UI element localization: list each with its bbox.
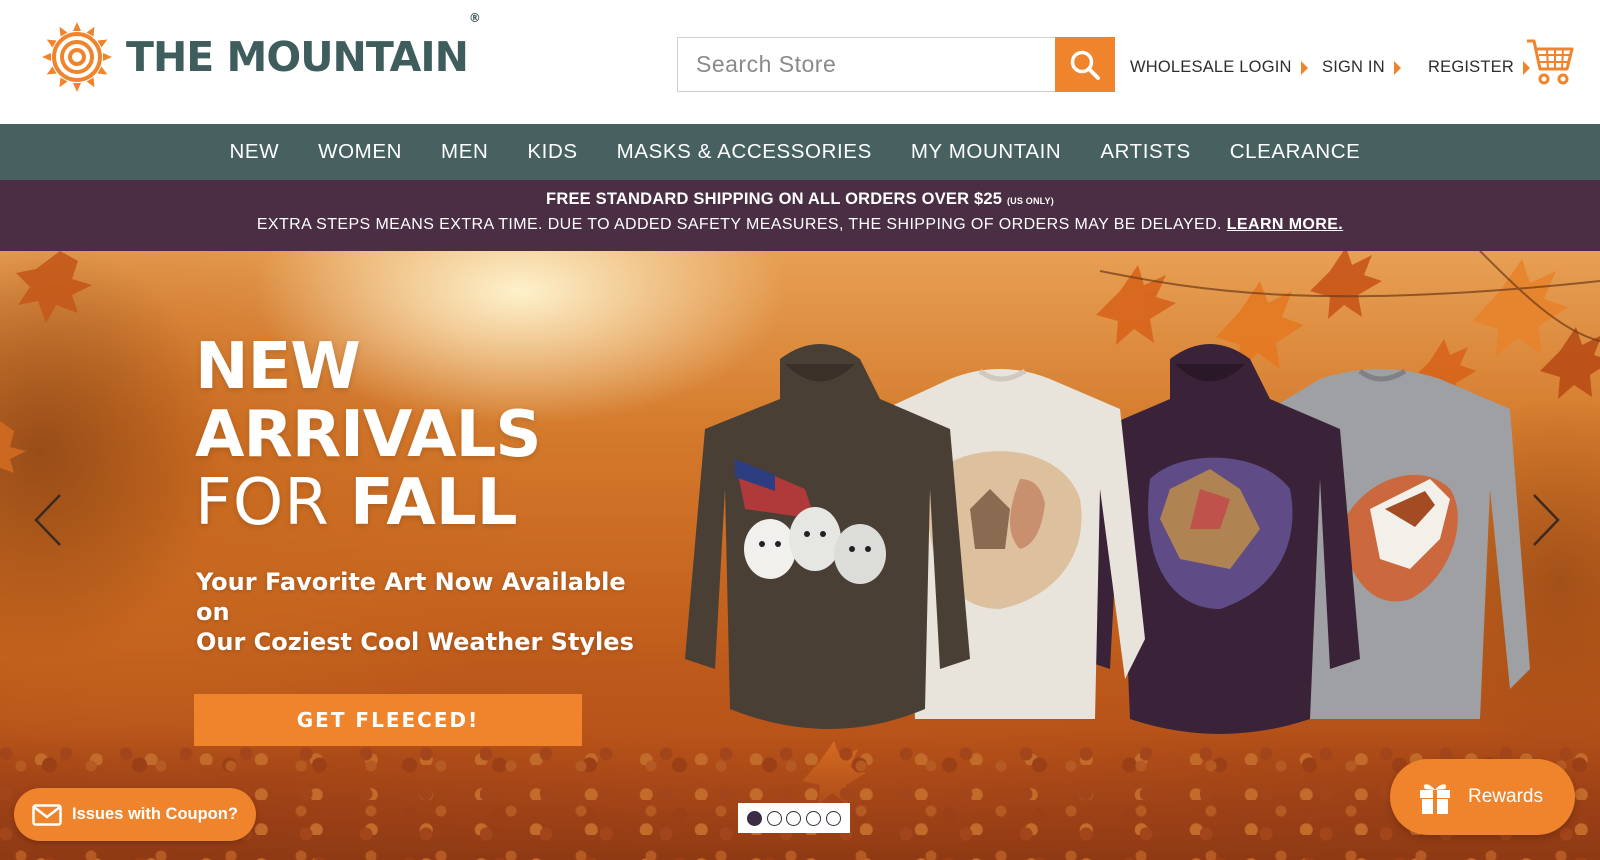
learn-more-link[interactable]: LEARN MORE. (1227, 216, 1343, 233)
coupon-issues-label: Issues with Coupon? (72, 805, 238, 823)
registered-mark: ® (468, 11, 481, 25)
search-field[interactable] (677, 37, 1055, 92)
carousel-indicators (738, 803, 850, 833)
apparel-products-image (685, 344, 1530, 734)
promo-banner: FREE STANDARD SHIPPING ON ALL ORDERS OVE… (0, 180, 1600, 251)
search-icon (1070, 50, 1100, 80)
carousel-dot-5[interactable] (826, 810, 842, 826)
delay-message: EXTRA STEPS MEANS EXTRA TIME. DUE TO ADD… (0, 216, 1600, 234)
nav-item-clearance[interactable]: CLEARANCE (1230, 140, 1361, 164)
nav-item-kids[interactable]: KIDS (527, 140, 577, 164)
sun-logo-icon (42, 22, 112, 92)
delay-text: EXTRA STEPS MEANS EXTRA TIME. DUE TO ADD… (256, 216, 1222, 233)
hero-subtitle: Your Favorite Art Now Available on Our C… (196, 567, 656, 657)
caret-right-icon (1393, 60, 1401, 75)
hero-subtitle-line1: Your Favorite Art Now Available on (196, 568, 626, 626)
envelope-icon (32, 803, 62, 826)
hero-carousel: NEW ARRIVALS FOR FALL Your Favorite Art … (0, 251, 1600, 860)
nav-item-women[interactable]: WOMEN (318, 140, 402, 164)
carousel-dot-4[interactable] (806, 810, 822, 826)
search-button[interactable] (1055, 37, 1115, 92)
hero-subtitle-line2: Our Coziest Cool Weather Styles (196, 628, 634, 656)
cart-icon (1527, 39, 1574, 85)
main-nav: NEW WOMEN MEN KIDS MASKS & ACCESSORIES M… (0, 124, 1600, 180)
brand-logo[interactable]: THE MOUNTAIN® (42, 11, 481, 92)
rewards-button[interactable]: Rewards (1390, 759, 1575, 835)
carousel-dot-3[interactable] (786, 810, 802, 826)
nav-item-artists[interactable]: ARTISTS (1100, 140, 1190, 164)
carousel-dot-1[interactable] (746, 810, 762, 826)
hero-title-for: FOR (195, 466, 330, 540)
hero-title: NEW ARRIVALS FOR FALL (195, 333, 541, 537)
hero-title-line3: FOR FALL (195, 469, 541, 537)
search-input[interactable] (678, 38, 1055, 91)
caret-right-icon (1300, 60, 1308, 75)
shipping-offer-text: FREE STANDARD SHIPPING ON ALL ORDERS OVE… (546, 190, 1003, 208)
sign-in-link[interactable]: SIGN IN (1322, 58, 1401, 77)
gift-icon (1420, 784, 1450, 814)
get-fleeced-button[interactable]: GET FLEECED! (194, 694, 582, 746)
rewards-label: Rewards (1468, 786, 1543, 807)
nav-item-new[interactable]: NEW (230, 140, 280, 164)
brand-name: THE MOUNTAIN® (126, 11, 481, 81)
carousel-prev-arrow[interactable] (30, 491, 64, 549)
nav-item-my-mountain[interactable]: MY MOUNTAIN (911, 140, 1061, 164)
register-link[interactable]: REGISTER (1428, 58, 1530, 77)
cart-button[interactable] (1525, 37, 1575, 87)
shipping-offer-note: (US ONLY) (1006, 196, 1054, 206)
hero-title-fall: FALL (350, 466, 518, 540)
nav-item-men[interactable]: MEN (441, 140, 488, 164)
sign-in-label: SIGN IN (1322, 58, 1385, 76)
carousel-next-arrow[interactable] (1530, 491, 1564, 549)
hero-title-line2: ARRIVALS (195, 398, 541, 472)
site-header: THE MOUNTAIN® WHOLESALE LOGIN SIGN IN RE… (0, 0, 1600, 124)
shipping-message: FREE STANDARD SHIPPING ON ALL ORDERS OVE… (0, 190, 1600, 209)
register-label: REGISTER (1428, 58, 1514, 76)
wholesale-login-link[interactable]: WHOLESALE LOGIN (1130, 58, 1308, 77)
carousel-dot-2[interactable] (766, 810, 782, 826)
hero-title-line1: NEW (195, 330, 361, 404)
coupon-issues-button[interactable]: Issues with Coupon? (14, 788, 256, 841)
nav-item-masks-accessories[interactable]: MASKS & ACCESSORIES (617, 140, 872, 164)
wholesale-login-label: WHOLESALE LOGIN (1130, 58, 1292, 76)
